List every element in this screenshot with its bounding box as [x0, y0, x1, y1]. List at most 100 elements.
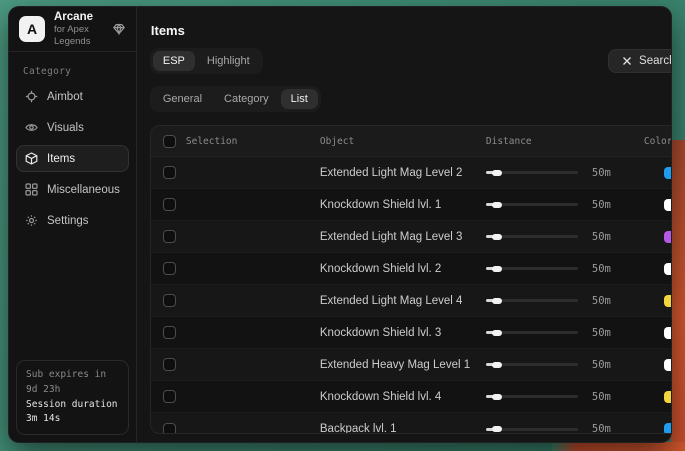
- row-checkbox[interactable]: [163, 294, 176, 307]
- distance-value: 50m: [592, 423, 611, 434]
- table-header-row: Selection Object Distance Color: [151, 126, 672, 157]
- table-body: Extended Light Mag Level 2 50m Knockdown…: [151, 157, 672, 434]
- row-checkbox[interactable]: [163, 423, 176, 435]
- toolbar: ESPHighlight Search: [150, 48, 672, 74]
- gear-icon: [25, 214, 38, 227]
- distance-slider[interactable]: [486, 295, 578, 307]
- app-logo: A: [19, 16, 45, 42]
- row-checkbox[interactable]: [163, 166, 176, 179]
- color-swatch[interactable]: [664, 327, 672, 339]
- grid-icon: [25, 183, 38, 196]
- tab-list[interactable]: List: [281, 89, 318, 109]
- color-swatch[interactable]: [664, 359, 672, 371]
- color-swatch[interactable]: [664, 167, 672, 179]
- crosshair-icon: [25, 90, 38, 103]
- distance-slider[interactable]: [486, 167, 578, 179]
- x-icon: [622, 56, 632, 66]
- row-checkbox[interactable]: [163, 326, 176, 339]
- tab-category[interactable]: Category: [214, 89, 279, 109]
- sidebar: A Arcane for Apex Legends Category Aimbo…: [9, 7, 137, 442]
- color-swatch[interactable]: [664, 231, 672, 243]
- category-label: Category: [9, 52, 136, 83]
- color-swatch[interactable]: [664, 391, 672, 403]
- sidebar-item-visuals[interactable]: Visuals: [16, 114, 129, 141]
- object-name: Knockdown Shield lvl. 3: [320, 327, 486, 339]
- app-titles: Arcane for Apex Legends: [54, 10, 103, 48]
- table-row: Knockdown Shield lvl. 2 50m: [151, 253, 672, 285]
- distance-slider[interactable]: [486, 359, 578, 371]
- row-checkbox[interactable]: [163, 390, 176, 403]
- distance-slider[interactable]: [486, 199, 578, 211]
- app-name: Arcane: [54, 10, 103, 24]
- distance-value: 50m: [592, 391, 611, 403]
- distance-slider[interactable]: [486, 231, 578, 243]
- table-row: Knockdown Shield lvl. 3 50m: [151, 317, 672, 349]
- object-name: Backpack lvl. 1: [320, 423, 486, 434]
- header-distance: Distance: [486, 136, 644, 147]
- object-name: Extended Light Mag Level 3: [320, 231, 486, 243]
- sidebar-header: A Arcane for Apex Legends: [9, 7, 136, 52]
- object-name: Knockdown Shield lvl. 4: [320, 391, 486, 403]
- row-checkbox[interactable]: [163, 358, 176, 371]
- sidebar-item-label: Visuals: [47, 122, 84, 134]
- eye-icon: [25, 121, 38, 134]
- sidebar-item-settings[interactable]: Settings: [16, 207, 129, 234]
- distance-value: 50m: [592, 231, 611, 243]
- table-row: Extended Light Mag Level 3 50m: [151, 221, 672, 253]
- object-name: Extended Heavy Mag Level 1: [320, 359, 486, 371]
- app-subtitle: for Apex Legends: [54, 24, 103, 48]
- tab-esp[interactable]: ESP: [153, 51, 195, 71]
- sidebar-item-label: Settings: [47, 215, 89, 227]
- search-button-label: Search: [639, 55, 672, 67]
- object-name: Extended Light Mag Level 4: [320, 295, 486, 307]
- header-color: Color: [644, 136, 672, 147]
- session-duration-text: Session duration 3m 14s: [26, 398, 119, 427]
- select-all-checkbox[interactable]: [163, 135, 176, 148]
- sidebar-nav: Aimbot Visuals Items Miscellaneous Setti…: [9, 83, 136, 234]
- table-row: Knockdown Shield lvl. 1 50m: [151, 189, 672, 221]
- search-button[interactable]: Search: [608, 49, 672, 73]
- sidebar-item-label: Aimbot: [47, 91, 83, 103]
- sub-expires-text: Sub expires in 9d 23h: [26, 368, 119, 397]
- distance-value: 50m: [592, 327, 611, 339]
- color-swatch[interactable]: [664, 199, 672, 211]
- object-name: Extended Light Mag Level 2: [320, 167, 486, 179]
- sidebar-item-aimbot[interactable]: Aimbot: [16, 83, 129, 110]
- table-row: Extended Heavy Mag Level 1 50m: [151, 349, 672, 381]
- view-tab-group: GeneralCategoryList: [150, 86, 321, 112]
- object-name: Knockdown Shield lvl. 2: [320, 263, 486, 275]
- distance-slider[interactable]: [486, 391, 578, 403]
- mode-tab-group: ESPHighlight: [150, 48, 263, 74]
- color-swatch[interactable]: [664, 263, 672, 275]
- distance-value: 50m: [592, 295, 611, 307]
- row-checkbox[interactable]: [163, 262, 176, 275]
- color-swatch[interactable]: [664, 423, 672, 434]
- distance-slider[interactable]: [486, 263, 578, 275]
- items-table: Selection Object Distance Color Extended…: [150, 125, 672, 434]
- table-row: Extended Light Mag Level 2 50m: [151, 157, 672, 189]
- color-swatch[interactable]: [664, 295, 672, 307]
- box-icon: [25, 152, 38, 165]
- session-status-box: Sub expires in 9d 23h Session duration 3…: [16, 360, 129, 435]
- gem-icon[interactable]: [112, 22, 126, 36]
- sidebar-item-items[interactable]: Items: [16, 145, 129, 172]
- game-backdrop-orange-bottom: [552, 442, 685, 451]
- row-checkbox[interactable]: [163, 230, 176, 243]
- table-row: Backpack lvl. 1 50m: [151, 413, 672, 434]
- distance-value: 50m: [592, 199, 611, 211]
- page-title: Items: [151, 23, 672, 38]
- object-name: Knockdown Shield lvl. 1: [320, 199, 486, 211]
- tab-highlight[interactable]: Highlight: [197, 51, 260, 71]
- app-window: A Arcane for Apex Legends Category Aimbo…: [8, 6, 672, 443]
- row-checkbox[interactable]: [163, 198, 176, 211]
- main-panel: Items ESPHighlight Search GeneralCategor…: [137, 7, 672, 442]
- tab-general[interactable]: General: [153, 89, 212, 109]
- sidebar-item-miscellaneous[interactable]: Miscellaneous: [16, 176, 129, 203]
- sidebar-item-label: Items: [47, 153, 75, 165]
- distance-value: 50m: [592, 167, 611, 179]
- table-row: Extended Light Mag Level 4 50m: [151, 285, 672, 317]
- header-object: Object: [320, 136, 486, 147]
- distance-slider[interactable]: [486, 423, 578, 434]
- distance-slider[interactable]: [486, 327, 578, 339]
- header-selection: Selection: [186, 136, 237, 147]
